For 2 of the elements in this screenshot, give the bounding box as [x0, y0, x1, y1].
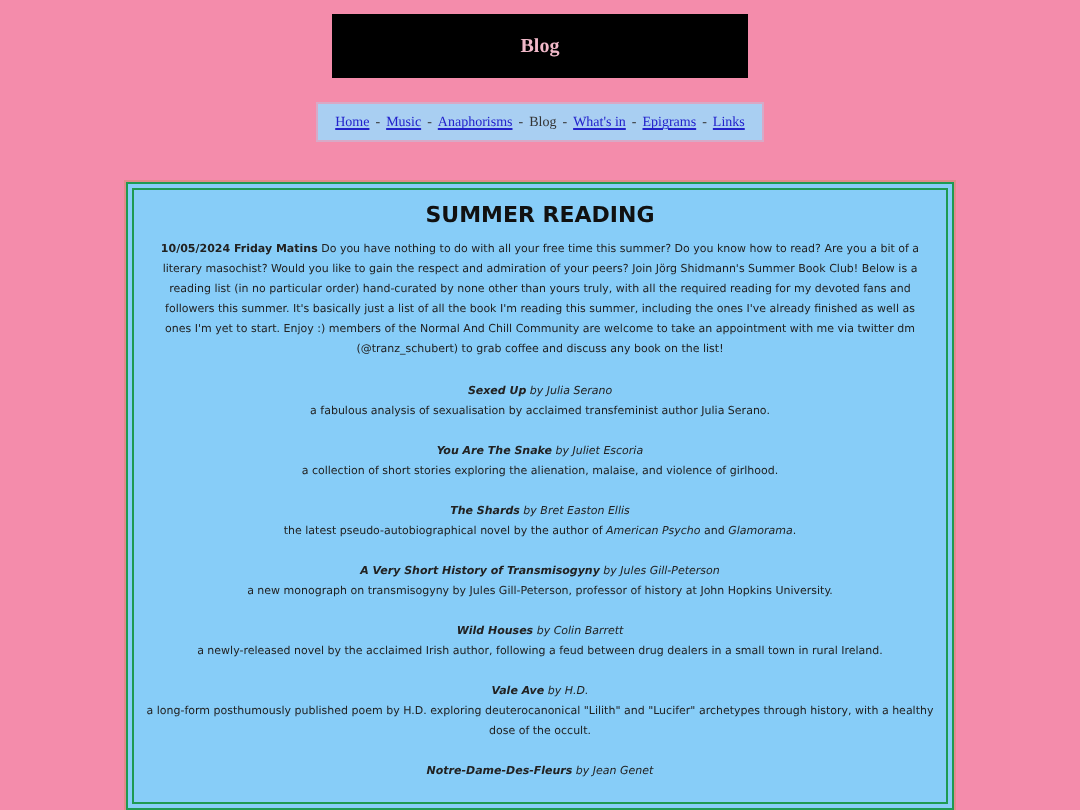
site-title: Blog: [520, 35, 560, 57]
post-title: SUMMER READING: [423, 202, 657, 228]
